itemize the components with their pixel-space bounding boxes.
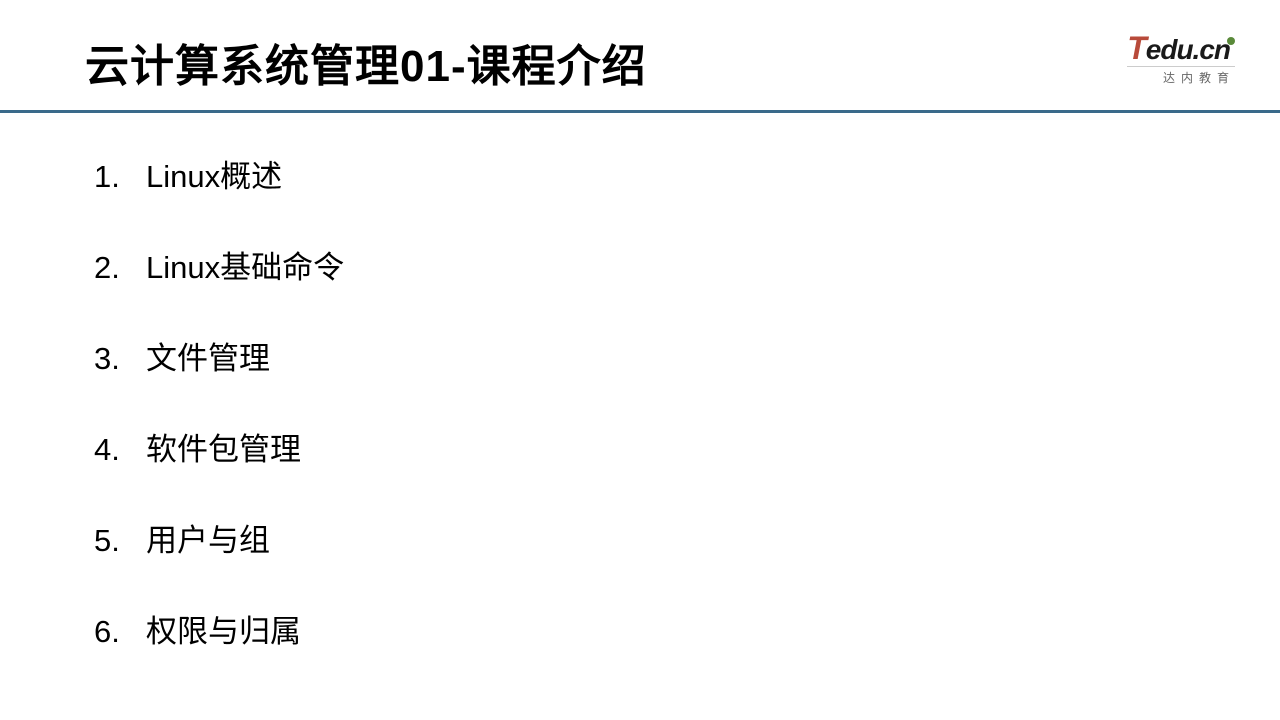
outline-list: 1. Linux概述 2. Linux基础命令 3. 文件管理 4. 软件包管理… <box>94 151 1280 651</box>
brand-logo-rest: edu.cn <box>1146 34 1230 65</box>
list-item: 6. 权限与归属 <box>94 606 1280 651</box>
brand-logo: Tedu.cn 达内教育 <box>1127 32 1235 86</box>
list-item-text: 权限与归属 <box>146 606 301 651</box>
list-item-number: 2. <box>94 250 146 286</box>
list-item-text: Linux概述 <box>146 151 282 196</box>
list-item-number: 6. <box>94 614 146 650</box>
brand-logo-text: Tedu.cn <box>1127 32 1235 64</box>
list-item-text: 用户与组 <box>146 515 270 560</box>
list-item: 4. 软件包管理 <box>94 424 1280 469</box>
list-item: 5. 用户与组 <box>94 515 1280 560</box>
list-item-text: 软件包管理 <box>146 424 301 469</box>
list-item-number: 1. <box>94 159 146 195</box>
slide-content: 1. Linux概述 2. Linux基础命令 3. 文件管理 4. 软件包管理… <box>0 113 1280 651</box>
brand-logo-initial: T <box>1127 30 1146 66</box>
list-item: 3. 文件管理 <box>94 333 1280 378</box>
brand-logo-subtitle: 达内教育 <box>1127 66 1235 86</box>
page-title: 云计算系统管理01-课程介绍 <box>85 30 1280 94</box>
list-item-number: 5. <box>94 523 146 559</box>
list-item-text: 文件管理 <box>146 333 270 378</box>
list-item-number: 3. <box>94 341 146 377</box>
list-item: 1. Linux概述 <box>94 151 1280 196</box>
slide-header: 云计算系统管理01-课程介绍 Tedu.cn 达内教育 <box>0 0 1280 110</box>
brand-logo-dot-icon <box>1227 37 1235 45</box>
list-item-text: Linux基础命令 <box>146 242 344 287</box>
list-item: 2. Linux基础命令 <box>94 242 1280 287</box>
list-item-number: 4. <box>94 432 146 468</box>
